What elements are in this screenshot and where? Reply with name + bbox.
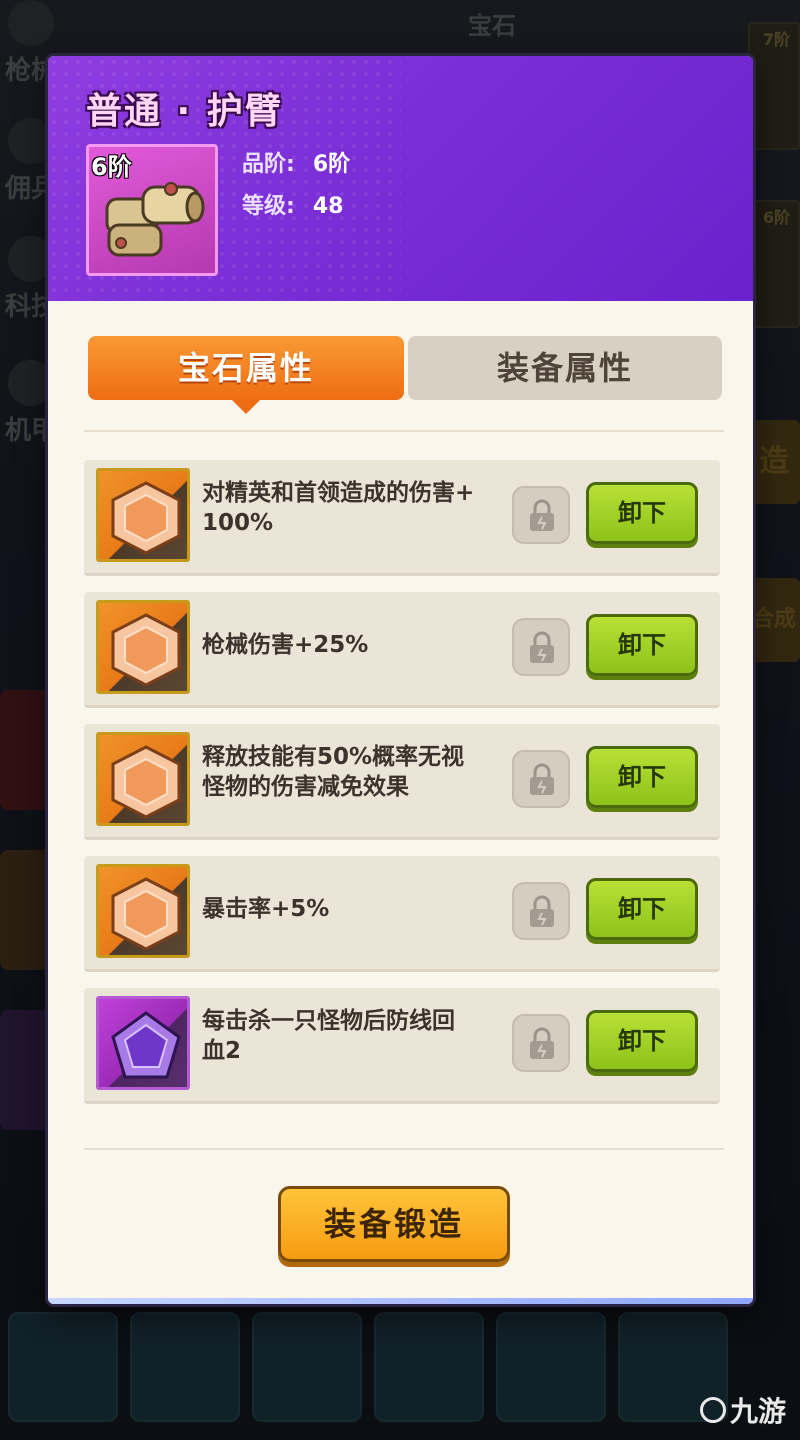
divider <box>84 430 724 432</box>
lock-button[interactable] <box>512 486 570 544</box>
watermark-logo-icon <box>699 1397 726 1423</box>
level-label: 等级: <box>242 194 295 219</box>
lock-icon <box>530 895 554 927</box>
hexagon-gem-icon <box>111 613 181 687</box>
gem-slot <box>96 468 190 562</box>
gem-row: 对精英和首领造成的伤害+ 100% 卸下 <box>84 460 720 576</box>
lock-icon <box>530 1027 554 1059</box>
gem-description-line: 枪械伤害+25% <box>202 632 369 658</box>
hexagon-gem-icon <box>111 745 181 819</box>
attribute-tabs: 宝石属性 装备属性 <box>88 336 722 414</box>
unequip-button[interactable]: 卸下 <box>586 614 698 676</box>
gem-description-line: 100% <box>202 510 274 536</box>
divider <box>84 1148 724 1150</box>
grade-label: 品阶: <box>242 152 295 177</box>
gem-description: 释放技能有50%概率无视 怪物的伤害减免效果 <box>202 742 502 802</box>
gem-description: 每击杀一只怪物后防线回 血2 <box>202 1006 502 1066</box>
lock-icon <box>530 763 554 795</box>
gem-slot <box>96 864 190 958</box>
gem-row: 每击杀一只怪物后防线回 血2 卸下 <box>84 988 720 1104</box>
item-icon-frame: 6阶 <box>86 144 218 276</box>
gem-description-line: 每击杀一只怪物后防线回 <box>202 1008 455 1034</box>
gem-description-line: 血2 <box>202 1038 242 1064</box>
gem-description-line: 释放技能有50%概率无视 <box>202 744 465 770</box>
watermark: 九游 <box>699 1390 786 1430</box>
watermark-text: 九游 <box>729 1395 786 1428</box>
grade-value: 6阶 <box>312 152 351 177</box>
lock-icon <box>530 499 554 531</box>
gem-row: 枪械伤害+25% 卸下 <box>84 592 720 708</box>
equipment-forge-button[interactable]: 装备锻造 <box>278 1186 510 1262</box>
gem-slot <box>96 996 190 1090</box>
gem-slot <box>96 732 190 826</box>
lock-button[interactable] <box>512 882 570 940</box>
gem-slot <box>96 600 190 694</box>
grade-stat: 品阶: 6阶 <box>242 146 350 178</box>
item-title: 普通 · 护臂 <box>86 91 283 132</box>
gem-row: 释放技能有50%概率无视 怪物的伤害减免效果 卸下 <box>84 724 720 840</box>
tab-equipment-attributes[interactable]: 装备属性 <box>408 336 722 400</box>
unequip-button[interactable]: 卸下 <box>586 482 698 544</box>
lock-icon <box>530 631 554 663</box>
lock-button[interactable] <box>512 1014 570 1072</box>
gem-description: 枪械伤害+25% <box>202 630 502 660</box>
unequip-button[interactable]: 卸下 <box>586 1010 698 1072</box>
hexagon-gem-icon <box>111 481 181 555</box>
gem-description: 对精英和首领造成的伤害+ 100% <box>202 478 502 538</box>
item-tier-badge: 6阶 <box>91 153 132 181</box>
lock-button[interactable] <box>512 618 570 676</box>
modal-header: 普通 · 护臂 6阶 品阶: 6阶 等级: 48 <box>48 56 753 301</box>
equipment-detail-modal: 普通 · 护臂 6阶 品阶: 6阶 等级: 48 宝石属性 装备属性 对精英和首… <box>48 56 753 1304</box>
unequip-button[interactable]: 卸下 <box>586 746 698 808</box>
unequip-button[interactable]: 卸下 <box>586 878 698 940</box>
armguard-icon <box>105 182 205 257</box>
gem-description-line: 暴击率+5% <box>202 896 330 922</box>
gem-description: 暴击率+5% <box>202 894 502 924</box>
level-value: 48 <box>312 194 344 219</box>
pentagon-gem-icon <box>111 1011 181 1079</box>
gem-row: 暴击率+5% 卸下 <box>84 856 720 972</box>
lock-button[interactable] <box>512 750 570 808</box>
gem-description-line: 对精英和首领造成的伤害+ <box>202 480 475 506</box>
tab-gem-attributes[interactable]: 宝石属性 <box>88 336 404 414</box>
gem-description-line: 怪物的伤害减免效果 <box>202 774 409 800</box>
level-stat: 等级: 48 <box>242 188 343 220</box>
hexagon-gem-icon <box>111 877 181 951</box>
modal-bottom-accent <box>48 1298 753 1304</box>
